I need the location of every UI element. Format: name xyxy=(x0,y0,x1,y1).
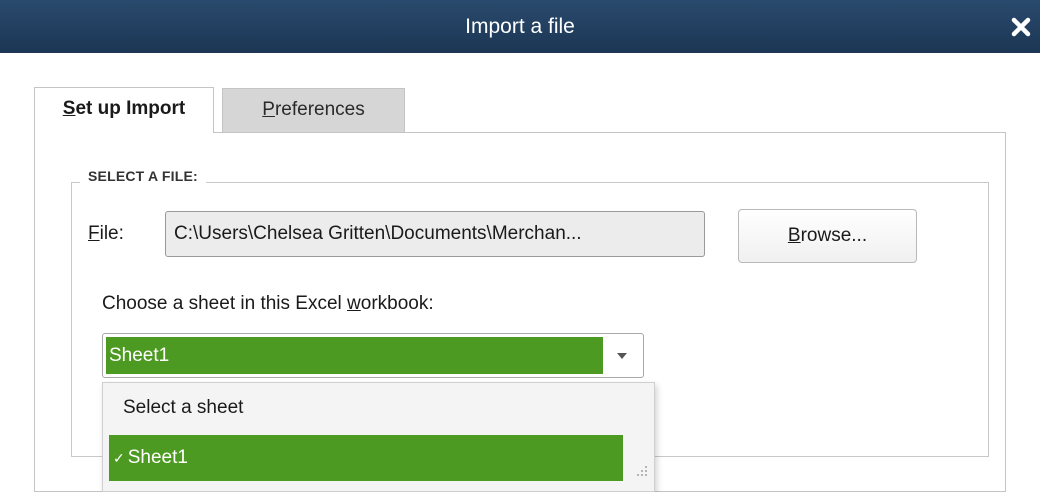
close-icon[interactable] xyxy=(1006,12,1036,42)
chevron-down-icon[interactable] xyxy=(612,346,632,366)
browse-button[interactable]: Browse... xyxy=(738,209,917,263)
select-file-legend: SELECT A FILE: xyxy=(80,168,206,184)
checkmark-icon: ✓ xyxy=(113,450,125,466)
sheet-label: Choose a sheet in this Excel workbook: xyxy=(102,293,434,315)
dropdown-option-sheet1[interactable]: ✓ Sheet1 xyxy=(109,435,623,481)
file-label: File: xyxy=(88,223,124,245)
sheet-select-value: Sheet1 xyxy=(106,337,603,374)
window-title: Import a file xyxy=(465,15,575,38)
tab-preferences-label: references xyxy=(274,99,365,120)
sheet-label-after: orkbook: xyxy=(360,293,434,314)
browse-mnemonic: B xyxy=(787,225,801,246)
tab-preferences[interactable]: Preferences xyxy=(222,88,405,132)
dropdown-option-sheet1-label: Sheet1 xyxy=(127,447,188,468)
tab-set-up-import[interactable]: Set up Import xyxy=(34,87,214,133)
tab-set-up-import-mnemonic: S xyxy=(62,98,76,119)
sheet-select[interactable]: Sheet1 xyxy=(102,333,644,378)
file-label-mnemonic: F xyxy=(88,223,100,244)
sheet-label-mnemonic: w xyxy=(347,293,361,314)
browse-label: rowse... xyxy=(800,225,868,246)
tab-preferences-mnemonic: P xyxy=(262,99,275,120)
tab-set-up-import-label: et up Import xyxy=(75,98,186,119)
file-label-text: ile: xyxy=(99,223,124,244)
sheet-label-before: Choose a sheet in this Excel xyxy=(102,293,348,314)
sheet-dropdown-list: Select a sheet ✓ Sheet1 xyxy=(102,382,655,492)
dropdown-option-select-a-sheet[interactable]: Select a sheet xyxy=(123,397,243,419)
file-path-field[interactable]: C:\Users\Chelsea Gritten\Documents\Merch… xyxy=(165,211,705,257)
resize-grip-icon[interactable] xyxy=(632,463,650,481)
